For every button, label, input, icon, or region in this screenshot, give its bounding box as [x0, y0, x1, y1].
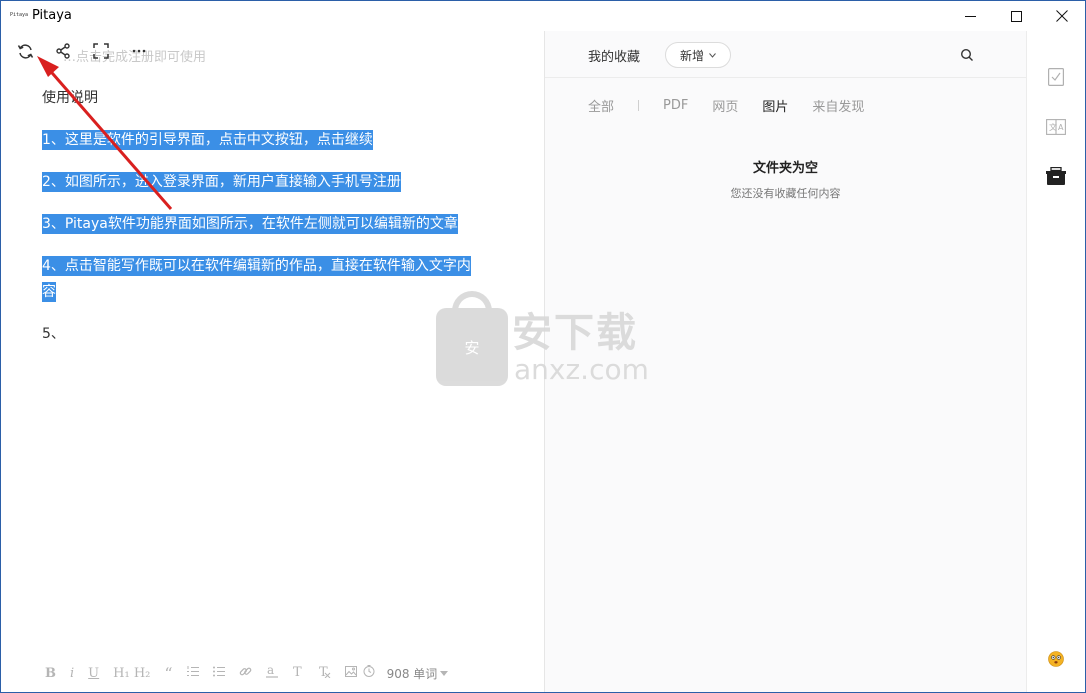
tab-all[interactable]: 全部 [588, 96, 614, 115]
app-window: Pitaya Pitaya …点击完成注册即可使用 使用说明 1、这里是软件的引… [0, 0, 1086, 693]
ordered-list-button[interactable] [186, 665, 199, 681]
timer-button[interactable] [363, 665, 375, 681]
search-button[interactable] [960, 47, 976, 63]
font-button[interactable]: T [292, 665, 304, 681]
chevron-down-icon [709, 52, 716, 58]
tab-pdf[interactable]: PDF [663, 98, 688, 113]
close-icon [1056, 10, 1068, 22]
title-bar: Pitaya Pitaya [1, 1, 1085, 31]
underline-button[interactable]: U [88, 666, 99, 681]
watermark-cn-text: 安下载 [512, 310, 638, 356]
close-button[interactable] [1039, 1, 1085, 31]
link-icon [239, 667, 251, 675]
doc-paragraph: 2、如图所示，进入登录界面，新用户直接输入手机号注册 [42, 169, 482, 195]
new-button-label: 新增 [679, 48, 704, 63]
doc-paragraph: 1、这里是软件的引导界面，点击中文按钮，点击继续 [42, 127, 482, 153]
tab-discover[interactable]: 来自发现 [812, 96, 864, 115]
empty-state-title: 文件夹为空 [752, 161, 818, 176]
empty-state-subtitle: 您还没有收藏任何内容 [730, 187, 841, 200]
selected-text: 4、点击智能写作既可以在软件编辑新的作品，直接在软件输入文字内容 [42, 256, 471, 302]
svg-text:文: 文 [1049, 122, 1057, 132]
document-body[interactable]: 使用说明 1、这里是软件的引导界面，点击中文按钮，点击继续 2、如图所示，进入登… [42, 85, 482, 363]
fullscreen-button[interactable] [89, 39, 113, 63]
editor-toolbar [13, 39, 151, 63]
word-count[interactable]: 908 单词 [387, 665, 438, 682]
bullet-list-button[interactable] [212, 666, 225, 681]
doc-paragraph: 4、点击智能写作既可以在软件编辑新的作品，直接在软件输入文字内容 [42, 253, 482, 305]
selected-text: 2、如图所示，进入登录界面，新用户直接输入手机号注册 [42, 172, 401, 192]
minimize-icon [964, 15, 976, 17]
expand-icon [93, 43, 109, 59]
smiley-icon [1048, 651, 1064, 667]
sync-button[interactable] [13, 39, 37, 63]
shield-icon: 安 [464, 338, 480, 357]
link-button[interactable] [239, 665, 252, 682]
maximize-button[interactable] [993, 1, 1039, 31]
doc-paragraph: 3、Pitaya软件功能界面如图所示，在软件左侧就可以编辑新的文章 [42, 211, 482, 237]
watermark: 安 安下载 anxz.com [436, 291, 651, 387]
chevron-down-icon [440, 670, 449, 676]
right-rail: 文A [1027, 31, 1085, 692]
more-icon [132, 49, 146, 53]
clear-format-button[interactable]: T [318, 665, 331, 682]
tab-images[interactable]: 图片 [762, 96, 788, 115]
favorites-title: 我的收藏 [588, 50, 641, 65]
more-button[interactable] [127, 39, 151, 63]
image-icon [344, 665, 357, 677]
clear-format-icon: T [319, 665, 330, 680]
text-color-icon: a [265, 663, 278, 678]
app-logo: Pitaya [10, 12, 29, 18]
share-button[interactable] [51, 39, 75, 63]
format-toolbar: B i U H₁ H₂ “ a T T 908 单词 [45, 663, 449, 683]
shopping-bag-icon: 安 [436, 308, 508, 386]
ordered-list-icon [186, 665, 199, 676]
italic-button[interactable]: i [70, 666, 74, 681]
translate-button[interactable]: 文A [1046, 117, 1066, 137]
watermark-en-text: anxz.com [514, 353, 649, 386]
search-icon [960, 48, 973, 61]
doc-paragraph: 5、 [42, 326, 65, 342]
bullet-list-icon [212, 666, 225, 676]
image-button[interactable] [344, 665, 357, 681]
notes-button[interactable] [1046, 67, 1066, 87]
favorites-header: 我的收藏 新增 [545, 31, 1026, 78]
app-title: Pitaya [32, 8, 72, 23]
translate-icon: 文A [1046, 119, 1066, 135]
favorites-box-button[interactable] [1046, 166, 1066, 186]
refresh-icon [17, 43, 33, 59]
favorites-tabs: 全部 PDF 网页 图片 来自发现 [588, 96, 888, 115]
selected-text: 3、Pitaya软件功能界面如图所示，在软件左侧就可以编辑新的文章 [42, 214, 458, 234]
tab-web[interactable]: 网页 [712, 96, 738, 115]
svg-text:a: a [267, 664, 274, 677]
svg-text:T: T [293, 665, 302, 677]
quote-button[interactable]: “ [164, 664, 172, 683]
emoji-button[interactable] [1046, 649, 1066, 669]
box-icon [1046, 167, 1066, 185]
text-color-button[interactable]: a [265, 663, 278, 682]
bold-button[interactable]: B [45, 666, 56, 681]
clock-icon [363, 665, 375, 677]
checked-note-icon [1048, 68, 1064, 86]
font-icon: T [293, 665, 302, 680]
doc-paragraph: 使用说明 [42, 90, 98, 106]
svg-text:A: A [1058, 123, 1064, 132]
tab-separator [638, 100, 640, 111]
heading-button[interactable]: H₁ H₂ [113, 666, 150, 681]
selected-text: 1、这里是软件的引导界面，点击中文按钮，点击继续 [42, 130, 373, 150]
share-icon [56, 43, 70, 59]
new-button[interactable]: 新增 [665, 42, 731, 68]
minimize-button[interactable] [947, 1, 993, 31]
maximize-icon [1010, 10, 1022, 22]
